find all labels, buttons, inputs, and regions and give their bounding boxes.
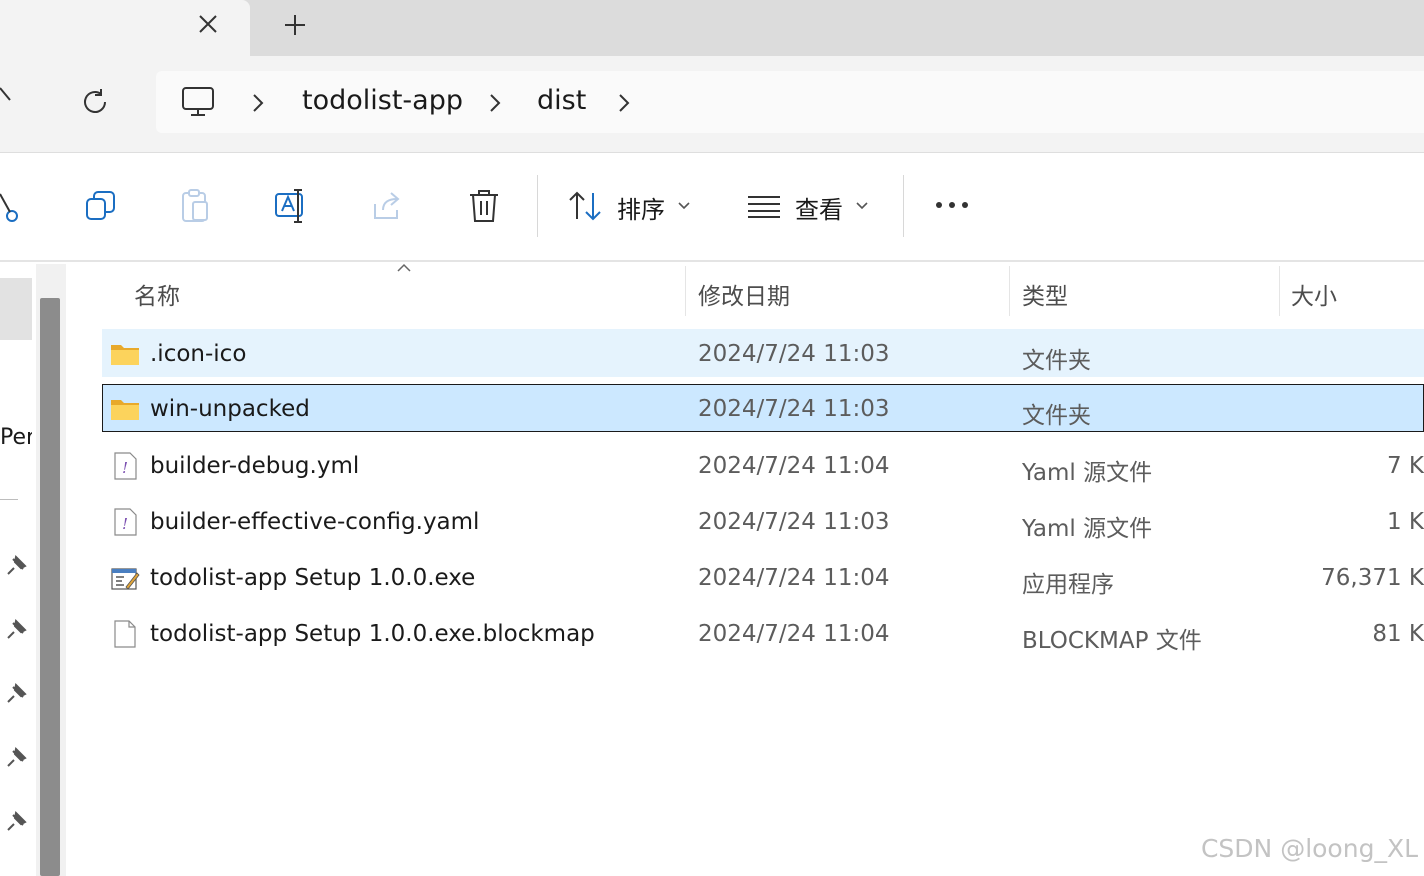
column-header-name[interactable]: 名称: [134, 277, 180, 311]
file-name: todolist-app Setup 1.0.0.exe: [150, 565, 476, 591]
yaml-file-icon: !: [114, 452, 137, 480]
breadcrumb-chevron-icon[interactable]: [487, 92, 503, 114]
file-size: 1 K: [1386, 509, 1424, 535]
watermark-text: CSDN @loong_XL: [1200, 834, 1418, 863]
file-type: BLOCKMAP 文件: [1022, 628, 1202, 654]
pin-icon[interactable]: [4, 618, 28, 642]
pin-icon[interactable]: [4, 810, 28, 834]
copy-icon[interactable]: [85, 190, 117, 222]
chevron-down-icon[interactable]: [677, 200, 691, 212]
delete-icon[interactable]: [468, 189, 500, 223]
more-options-icon[interactable]: [934, 199, 970, 211]
file-name: builder-debug.yml: [150, 453, 360, 479]
svg-text:!: !: [122, 459, 128, 477]
cut-icon[interactable]: [0, 188, 22, 224]
column-separator[interactable]: [1009, 266, 1010, 316]
file-row[interactable]: todolist-app Setup 1.0.0.exe.blockmap 20…: [102, 609, 1424, 657]
file-date: 2024/7/24 11:04: [698, 453, 890, 479]
sidebar-item-selected[interactable]: [0, 278, 32, 340]
exe-file-icon: [111, 568, 140, 590]
file-date: 2024/7/24 11:04: [698, 621, 890, 647]
file-size: 81 K: [1372, 621, 1424, 647]
share-icon[interactable]: [371, 190, 405, 222]
svg-text:!: !: [122, 515, 128, 533]
toolbar-separator: [537, 175, 538, 237]
folder-icon: [111, 345, 139, 365]
file-type: 应用程序: [1022, 572, 1114, 598]
breadcrumb-chevron-icon[interactable]: [616, 92, 632, 114]
file-name: todolist-app Setup 1.0.0.exe.blockmap: [150, 621, 595, 647]
sidebar-item-label[interactable]: Pers: [0, 425, 32, 450]
refresh-icon[interactable]: [81, 88, 111, 118]
sidebar-scrollbar-thumb[interactable]: [40, 298, 60, 876]
file-date: 2024/7/24 11:03: [698, 396, 890, 422]
file-size: 7 K: [1386, 453, 1424, 479]
yaml-file-icon: !: [114, 508, 137, 536]
file-row[interactable]: todolist-app Setup 1.0.0.exe 2024/7/24 1…: [102, 553, 1424, 601]
rename-icon[interactable]: [274, 188, 310, 224]
pin-icon[interactable]: [4, 682, 28, 706]
paste-icon[interactable]: [180, 188, 212, 224]
breadcrumb-dist[interactable]: dist: [537, 85, 586, 116]
column-header-type[interactable]: 类型: [1022, 277, 1068, 311]
view-button[interactable]: 查看: [795, 190, 843, 225]
file-date: 2024/7/24 11:03: [698, 341, 890, 367]
file-name: win-unpacked: [150, 396, 310, 422]
file-date: 2024/7/24 11:04: [698, 565, 890, 591]
file-row[interactable]: ! builder-debug.yml 2024/7/24 11:04 Yaml…: [102, 441, 1424, 489]
sort-ascending-icon: [397, 263, 411, 272]
command-bar: [0, 152, 1424, 262]
sidebar-divider: [0, 499, 18, 500]
file-row[interactable]: ! builder-effective-config.yaml 2024/7/2…: [102, 497, 1424, 545]
pin-icon[interactable]: [4, 554, 28, 578]
file-type: 文件夹: [1022, 403, 1091, 429]
close-tab-icon[interactable]: [196, 12, 220, 36]
file-date: 2024/7/24 11:03: [698, 509, 890, 535]
folder-icon: [111, 400, 139, 420]
file-row-hover[interactable]: .icon-ico 2024/7/24 11:03 文件夹: [102, 329, 1424, 377]
column-separator[interactable]: [685, 266, 686, 316]
file-row-selected[interactable]: win-unpacked 2024/7/24 11:03 文件夹: [102, 384, 1424, 432]
this-pc-icon[interactable]: [181, 86, 215, 118]
column-header-size[interactable]: 大小: [1291, 277, 1337, 311]
breadcrumb-chevron-icon[interactable]: [250, 92, 266, 114]
file-name: .icon-ico: [150, 341, 247, 367]
breadcrumb-todolist-app[interactable]: todolist-app: [302, 85, 463, 116]
sort-icon[interactable]: [568, 191, 604, 221]
file-size: 76,371 K: [1321, 565, 1424, 591]
chevron-down-icon[interactable]: [855, 200, 869, 212]
file-type: 文件夹: [1022, 348, 1091, 374]
column-header-date[interactable]: 修改日期: [698, 277, 790, 311]
column-separator[interactable]: [1279, 266, 1280, 316]
toolbar-separator: [903, 175, 904, 237]
file-name: builder-effective-config.yaml: [150, 509, 480, 535]
up-arrow-icon[interactable]: [0, 86, 14, 106]
file-type: Yaml 源文件: [1022, 460, 1153, 486]
pin-icon[interactable]: [4, 746, 28, 770]
new-tab-icon[interactable]: [283, 13, 307, 37]
sort-button[interactable]: 排序: [617, 190, 665, 225]
view-icon[interactable]: [747, 194, 781, 218]
file-type: Yaml 源文件: [1022, 516, 1153, 542]
blank-file-icon: [114, 620, 136, 648]
